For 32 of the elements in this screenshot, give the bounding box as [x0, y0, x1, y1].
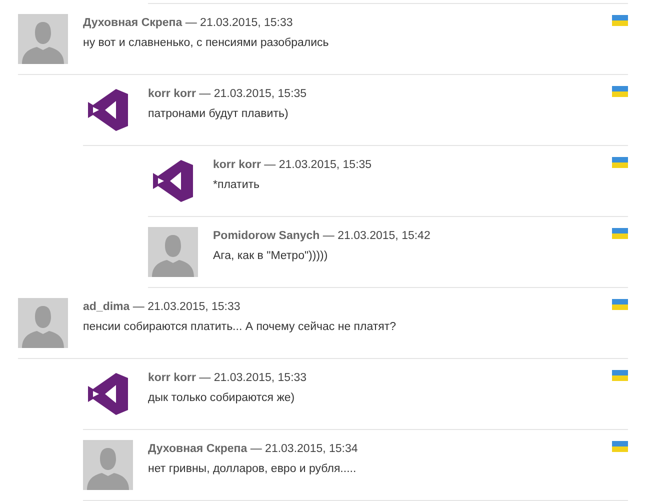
avatar-icon: [83, 440, 133, 490]
comment-text: Ага, как в "Метро"))))): [213, 249, 329, 264]
avatar-icon: [18, 14, 68, 64]
avatar-icon: [18, 298, 68, 348]
comment-date: — 21.03.2015, 15:33: [199, 372, 307, 384]
author-name[interactable]: Pomidorow Sanych: [213, 230, 320, 242]
comment-text: дык только собираются же): [148, 391, 296, 406]
comment-text: ну вот и славненько, с пенсиями разобрались: [83, 36, 330, 51]
comment-date: — 21.03.2015, 15:34: [250, 443, 358, 455]
flag-icon: [612, 86, 628, 97]
comment-text: *платить: [213, 178, 261, 193]
comment-date: — 21.03.2015, 15:33: [185, 17, 293, 29]
comment-text: пенсии собираются платить... А почему сейчас не платят?: [83, 320, 398, 335]
author-name[interactable]: korr korr: [148, 88, 196, 100]
flag-icon: [612, 370, 628, 381]
comment-text: патронами будут плавить): [148, 107, 290, 122]
author-name[interactable]: Духовная Скрепа: [148, 443, 248, 455]
comment-date: — 21.03.2015, 15:35: [264, 159, 372, 171]
author-name[interactable]: korr korr: [213, 159, 261, 171]
author-name[interactable]: korr korr: [148, 372, 196, 384]
avatar-icon: [148, 227, 198, 277]
flag-icon: [612, 15, 628, 26]
comment-date: — 21.03.2015, 15:35: [199, 88, 307, 100]
comment-date: — 21.03.2015, 15:33: [132, 301, 240, 313]
flag-icon: [612, 441, 628, 452]
comment-text: нет гривны, долларов, евро и рубля.....: [148, 462, 358, 477]
author-name[interactable]: Духовная Скрепа: [83, 17, 182, 29]
author-name[interactable]: ad_dima: [83, 301, 130, 313]
flag-icon: [612, 299, 628, 310]
flag-icon: [612, 157, 628, 168]
comment-date: — 21.03.2015, 15:42: [322, 230, 430, 242]
flag-icon: [612, 228, 628, 239]
